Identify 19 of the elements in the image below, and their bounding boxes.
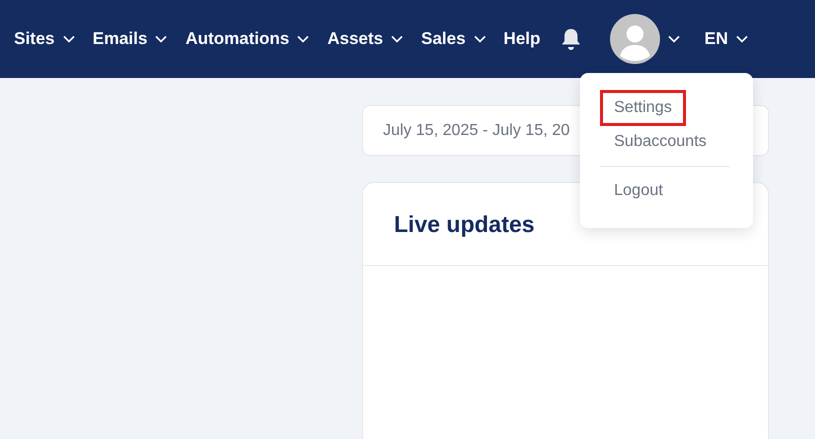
bell-icon[interactable] xyxy=(560,27,582,51)
chevron-down-icon xyxy=(736,35,748,43)
chevron-down-icon xyxy=(62,35,75,43)
nav-menu-item[interactable]: Help xyxy=(504,26,540,52)
chevron-down-icon xyxy=(155,35,168,43)
language-selector[interactable]: EN xyxy=(704,26,748,52)
nav-menu-item[interactable]: Sales xyxy=(421,26,486,52)
nav-menu-item[interactable]: Assets xyxy=(327,26,404,52)
nav-menu-item[interactable]: Automations xyxy=(185,26,310,52)
nav-menu-item[interactable]: Emails xyxy=(92,26,168,52)
chevron-down-icon xyxy=(668,35,680,43)
avatar-icon xyxy=(610,14,660,64)
nav-menu-item[interactable]: Sites xyxy=(14,26,75,52)
card-title: Live updates xyxy=(394,210,535,239)
user-menu-button[interactable] xyxy=(610,14,680,64)
chevron-down-icon xyxy=(297,35,310,43)
chevron-down-icon xyxy=(391,35,404,43)
menu-item[interactable]: Logout xyxy=(600,173,677,209)
chevron-down-icon xyxy=(474,35,486,43)
